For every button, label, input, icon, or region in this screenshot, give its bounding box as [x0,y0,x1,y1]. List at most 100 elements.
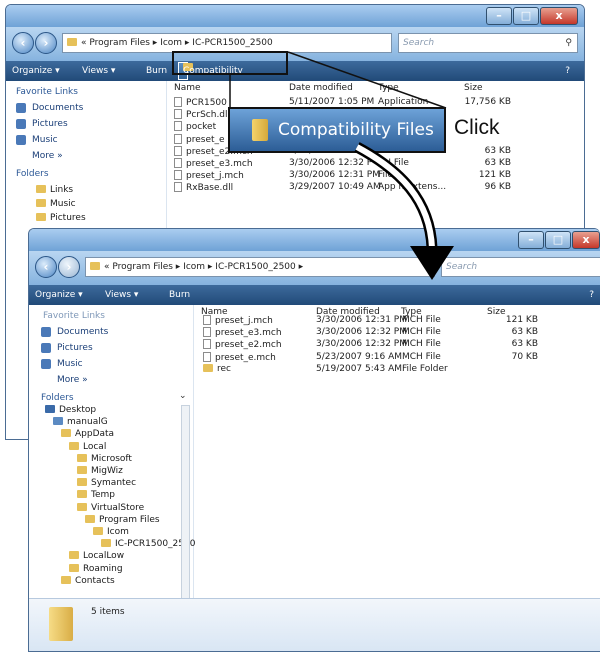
tree-item[interactable]: Contacts [61,575,115,586]
close-button[interactable]: x [572,231,600,249]
tree-item[interactable]: Local [69,441,106,452]
burn-button[interactable]: Burn [146,61,167,81]
file-size: 63 KB [511,327,538,338]
maximize-button[interactable]: □ [513,7,539,25]
tree-item[interactable]: Icom [93,527,129,537]
folder-music[interactable]: Music [36,199,76,209]
collapse-chevron-icon[interactable]: ⌄ [179,391,187,401]
back-arrow-icon[interactable]: ‹ [12,32,34,54]
back-address-bar[interactable]: « Program Files ▸ Icom ▸ IC-PCR1500_2500 [62,33,392,53]
front-address-bar[interactable]: « Program Files ▸ Icom ▸ IC-PCR1500_2500… [85,257,435,277]
file-icon [203,327,211,338]
tree-item[interactable]: Temp [77,490,115,500]
burn-button[interactable]: Burn [169,285,190,305]
tree-item[interactable]: Microsoft [77,453,132,464]
tree-item[interactable]: MigWiz [77,466,123,476]
callout-compatibility-button[interactable]: Compatibility Files [228,107,446,153]
file-date: 5/11/2007 1:05 PM [289,97,375,107]
folder-large-icon [49,607,73,641]
table-row[interactable]: preset_e2.mch [203,339,282,350]
file-name: preset_e.mch [215,352,276,363]
address-text: « Program Files ▸ Icom ▸ IC-PCR1500_2500 [81,38,273,48]
tree-item[interactable]: Program Files [85,514,160,525]
tree-item[interactable]: Roaming [69,563,123,574]
tree-item[interactable]: VirtualStore [77,502,144,513]
table-row[interactable]: preset_e3.mch [203,327,282,338]
back-title-bar: – □ x [6,5,584,27]
column-name[interactable]: Name [174,83,201,97]
folders-header[interactable]: Folders [41,393,74,403]
search-placeholder: Search [403,38,435,48]
tree-item-label: Contacts [75,575,115,586]
links-folder-icon [36,185,46,193]
folder-icon [77,453,87,462]
folders-header[interactable]: Folders [16,169,49,179]
views-button[interactable]: Views ▾ [105,285,138,305]
search-icon[interactable]: ⚲ [565,34,572,52]
table-row[interactable]: preset_e [174,133,225,145]
table-row[interactable]: preset_e.mch [203,351,276,363]
file-date: 3/30/2006 12:31 PM [316,315,407,325]
more-link[interactable]: More » [57,375,88,385]
favorite-links-header: Favorite Links [43,311,105,321]
folder-links[interactable]: Links [36,185,73,195]
table-row[interactable]: RxBase.dll [174,182,233,193]
column-date[interactable]: Date modified [289,83,353,97]
file-type: MCH File [402,327,441,338]
close-button[interactable]: x [540,7,578,25]
folder-icon [53,417,63,426]
minimize-button[interactable]: – [518,231,544,249]
folder-icon [67,38,77,46]
file-size: 63 KB [484,158,511,168]
tree-item[interactable]: manualG [53,417,108,427]
callout-highlight-box [172,51,288,75]
table-row[interactable]: PcrSch.dll [174,109,230,120]
favorite-documents[interactable]: Documents [32,103,83,113]
table-row[interactable]: pocket [174,121,216,132]
tree-item[interactable]: Symantec [77,478,136,488]
details-pane: 5 items [29,598,600,651]
item-count: 5 items [91,607,125,617]
views-button[interactable]: Views ▾ [82,61,115,81]
music-icon [41,359,51,369]
favorite-music[interactable]: Music [32,135,58,145]
front-address-row: ‹ › « Program Files ▸ Icom ▸ IC-PCR1500_… [29,251,600,285]
table-row[interactable]: preset_j.mch [174,170,244,181]
back-search-input[interactable]: Search ⚲ [398,33,578,53]
folder-icon [77,466,87,474]
folder-icon [90,262,100,270]
favorite-pictures[interactable]: Pictures [57,343,93,353]
tree-item-label: Icom [107,527,129,537]
minimize-button[interactable]: – [486,7,512,25]
music-folder-icon [36,199,46,207]
table-row[interactable]: rec [203,363,231,374]
tree-item[interactable]: Desktop [45,405,96,415]
maximize-button[interactable]: □ [545,231,571,249]
more-link[interactable]: More » [32,151,63,161]
favorite-documents[interactable]: Documents [57,327,108,337]
column-type[interactable]: Type [378,83,399,97]
table-row[interactable]: PCR1500 [174,97,227,108]
forward-arrow-icon[interactable]: › [35,32,57,54]
front-search-input[interactable]: Search [441,257,600,277]
organize-button[interactable]: Organize ▾ [35,285,83,305]
tree-item[interactable]: LocalLow [69,551,124,561]
back-arrow-icon[interactable]: ‹ [35,256,57,278]
table-row[interactable]: preset_e3.mch [174,158,253,169]
favorite-pictures[interactable]: Pictures [32,119,68,129]
forward-arrow-icon[interactable]: › [58,256,80,278]
folder-icon [93,527,103,535]
tree-item[interactable]: AppData [61,429,114,439]
file-type: Application [378,97,429,107]
tree-item-label: Microsoft [91,453,132,464]
help-icon[interactable]: ? [565,61,570,81]
column-size[interactable]: Size [464,83,482,97]
front-title-bar: – □ x [29,229,600,251]
help-icon[interactable]: ? [589,285,594,305]
table-row[interactable]: preset_j.mch [203,315,273,326]
folder-pictures[interactable]: Pictures [36,213,86,223]
organize-button[interactable]: Organize ▾ [12,61,60,81]
favorite-music[interactable]: Music [57,359,83,369]
file-name: preset_e3.mch [215,328,282,339]
address-text: « Program Files ▸ Icom ▸ IC-PCR1500_2500… [104,262,304,272]
